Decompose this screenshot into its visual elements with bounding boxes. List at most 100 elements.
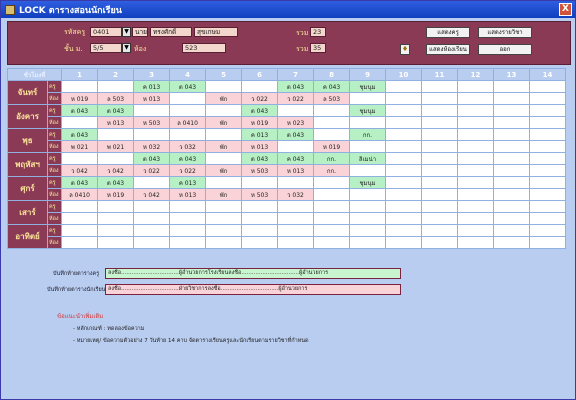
timetable-cell[interactable]: ล 0410	[169, 116, 206, 129]
timetable-cell[interactable]	[133, 200, 170, 213]
timetable-cell[interactable]: พัก	[205, 164, 242, 177]
timetable-cell[interactable]	[493, 164, 530, 177]
timetable-cell[interactable]	[457, 176, 494, 189]
timetable-cell[interactable]	[133, 176, 170, 189]
timetable-cell[interactable]	[313, 200, 350, 213]
timetable-cell[interactable]: กก.	[313, 152, 350, 165]
timetable-cell[interactable]	[313, 188, 350, 201]
timetable-cell[interactable]	[457, 116, 494, 129]
timetable-cell[interactable]	[277, 236, 314, 249]
timetable-cell[interactable]: ว 042	[133, 188, 170, 201]
timetable-cell[interactable]	[421, 116, 458, 129]
timetable-cell[interactable]	[349, 200, 386, 213]
timetable-cell[interactable]	[385, 200, 422, 213]
timetable-cell[interactable]: ว 042	[97, 164, 134, 177]
timetable-cell[interactable]	[457, 236, 494, 249]
timetable-cell[interactable]: ห 019	[241, 116, 278, 129]
timetable-cell[interactable]	[385, 164, 422, 177]
timetable-cell[interactable]	[97, 224, 134, 237]
timetable-cell[interactable]	[421, 80, 458, 93]
timetable-cell[interactable]: ค 043	[277, 152, 314, 165]
first-name-field[interactable]: ทรงศักดิ์	[150, 27, 192, 37]
timetable-cell[interactable]	[421, 92, 458, 105]
timetable-cell[interactable]	[205, 224, 242, 237]
timetable-cell[interactable]: ว 022	[241, 92, 278, 105]
timetable-cell[interactable]: พ 021	[61, 140, 98, 153]
timetable-cell[interactable]	[133, 104, 170, 117]
timetable-cell[interactable]: ห 019	[97, 188, 134, 201]
timetable-cell[interactable]	[421, 152, 458, 165]
timetable-cell[interactable]	[277, 212, 314, 225]
timetable-cell[interactable]: ต 043	[169, 80, 206, 93]
timetable-cell[interactable]: ห 019	[61, 92, 98, 105]
timetable-cell[interactable]: ห 019	[313, 140, 350, 153]
timetable-cell[interactable]	[133, 212, 170, 225]
timetable-cell[interactable]	[529, 104, 566, 117]
timetable-cell[interactable]: ว 022	[277, 92, 314, 105]
timetable-cell[interactable]: พ 021	[97, 140, 134, 153]
timetable-cell[interactable]	[313, 236, 350, 249]
timetable-cell[interactable]	[421, 176, 458, 189]
timetable-cell[interactable]: ห 013	[97, 116, 134, 129]
timetable-cell[interactable]	[241, 212, 278, 225]
timetable-cell[interactable]	[349, 212, 386, 225]
timetable-cell[interactable]	[529, 92, 566, 105]
timetable-cell[interactable]	[205, 128, 242, 141]
timetable-cell[interactable]	[169, 104, 206, 117]
timetable-cell[interactable]	[529, 80, 566, 93]
timetable-cell[interactable]: ชุมนุม	[349, 80, 386, 93]
timetable-cell[interactable]: ว 022	[169, 164, 206, 177]
timetable-cell[interactable]	[457, 164, 494, 177]
timetable-cell[interactable]: ว 042	[61, 164, 98, 177]
timetable-cell[interactable]: ห 013	[133, 92, 170, 105]
timetable-cell[interactable]	[421, 128, 458, 141]
timetable-cell[interactable]: ลิเมน่า	[349, 152, 386, 165]
timetable-cell[interactable]	[313, 176, 350, 189]
timetable-cell[interactable]	[457, 104, 494, 117]
timetable-cell[interactable]	[241, 236, 278, 249]
timetable-cell[interactable]	[205, 200, 242, 213]
timetable-cell[interactable]	[529, 188, 566, 201]
timetable-cell[interactable]	[529, 224, 566, 237]
level-field[interactable]: 5/5	[90, 43, 122, 53]
timetable-cell[interactable]	[385, 152, 422, 165]
timetable-cell[interactable]	[385, 140, 422, 153]
timetable-cell[interactable]	[61, 236, 98, 249]
timetable-cell[interactable]	[457, 188, 494, 201]
timetable-cell[interactable]	[169, 128, 206, 141]
timetable-cell[interactable]: ว 032	[169, 140, 206, 153]
timetable-cell[interactable]	[349, 140, 386, 153]
timetable-cell[interactable]	[61, 152, 98, 165]
timetable-cell[interactable]	[493, 152, 530, 165]
timetable-cell[interactable]	[277, 140, 314, 153]
teacher-code-dropdown-button[interactable]: ▼	[122, 27, 131, 37]
timetable-cell[interactable]	[61, 80, 98, 93]
timetable-cell[interactable]	[313, 128, 350, 141]
timetable-cell[interactable]	[421, 236, 458, 249]
timetable-cell[interactable]	[313, 224, 350, 237]
timetable-cell[interactable]	[277, 176, 314, 189]
timetable-cell[interactable]	[421, 188, 458, 201]
timetable-cell[interactable]	[349, 224, 386, 237]
timetable-cell[interactable]	[385, 224, 422, 237]
timetable-cell[interactable]: พัก	[205, 188, 242, 201]
timetable-cell[interactable]	[385, 188, 422, 201]
timetable-cell[interactable]: ค 043	[313, 80, 350, 93]
timetable-cell[interactable]	[421, 224, 458, 237]
timetable-cell[interactable]	[169, 236, 206, 249]
timetable-cell[interactable]: ห 503	[241, 188, 278, 201]
timetable-cell[interactable]	[421, 164, 458, 177]
show-report-button[interactable]: แสดงรายวิชา	[478, 27, 532, 38]
timetable-cell[interactable]: ว 032	[277, 188, 314, 201]
timetable-cell[interactable]	[385, 116, 422, 129]
timetable-cell[interactable]	[457, 92, 494, 105]
timetable-cell[interactable]: ต 043	[277, 80, 314, 93]
timetable-cell[interactable]	[529, 152, 566, 165]
timetable-cell[interactable]	[421, 140, 458, 153]
timetable-cell[interactable]	[457, 152, 494, 165]
timetable-cell[interactable]	[493, 80, 530, 93]
timetable-cell[interactable]: ค 013	[169, 176, 206, 189]
timetable-cell[interactable]	[205, 212, 242, 225]
timetable-cell[interactable]	[457, 224, 494, 237]
timetable-cell[interactable]	[529, 176, 566, 189]
